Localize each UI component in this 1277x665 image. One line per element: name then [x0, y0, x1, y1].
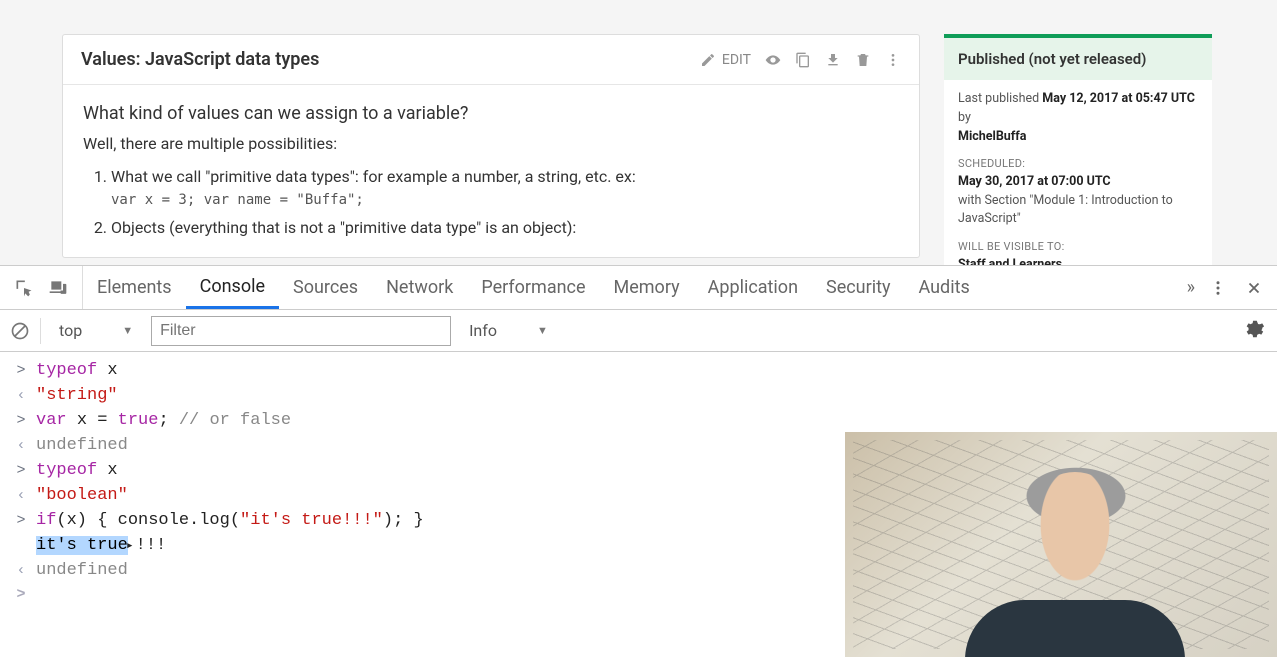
result-gutter-icon: ‹ [12, 562, 30, 579]
last-pub-by: by [958, 110, 971, 125]
list-item-code: var x = 3; var name = "Buffa"; [111, 192, 899, 208]
level-value: Info [469, 321, 497, 340]
tab-audits[interactable]: Audits [904, 266, 983, 309]
console-line-body: typeof x [36, 361, 118, 380]
result-gutter-icon: ‹ [12, 437, 30, 454]
tab-security[interactable]: Security [812, 266, 904, 309]
console-toolbar: top ▼ Info ▼ [0, 310, 1277, 352]
lesson-intro: Well, there are multiple possibilities: [83, 134, 899, 153]
list-item: What we call "primitive data types": for… [111, 167, 899, 208]
console-line: ‹ "string" [0, 383, 1277, 408]
last-pub-prefix: Last published [958, 91, 1042, 106]
lesson-list: What we call "primitive data types": for… [111, 167, 899, 237]
scheduled-with: with Section "Module 1: Introduction to … [958, 193, 1173, 227]
scheduled-label: SCHEDULED: [958, 156, 1198, 173]
input-gutter-icon: > [12, 462, 30, 479]
console-settings[interactable] [1243, 318, 1265, 344]
clear-console-icon[interactable] [10, 321, 30, 341]
tab-elements[interactable]: Elements [83, 266, 186, 309]
trash-icon[interactable] [855, 52, 871, 68]
text-cursor-icon: ▸ [126, 538, 134, 553]
tab-performance[interactable]: Performance [467, 266, 599, 309]
presenter-shirt [965, 600, 1185, 657]
close-icon[interactable] [1245, 279, 1263, 297]
input-gutter-icon: > [12, 362, 30, 379]
devtools-trailing-icons [1209, 279, 1277, 297]
webcam-overlay [845, 432, 1277, 657]
level-selector[interactable]: Info ▼ [461, 317, 556, 344]
device-toggle-icon[interactable] [48, 278, 68, 298]
more-vert-icon[interactable] [1209, 279, 1227, 297]
last-pub-user: MichelBuffa [958, 129, 1026, 144]
copy-icon[interactable] [795, 52, 811, 68]
filter-input[interactable] [151, 316, 451, 346]
last-published: Last published May 12, 2017 at 05:47 UTC… [958, 90, 1198, 146]
list-item: Objects (everything that is not a "primi… [111, 218, 899, 237]
console-line: > var x = true; // or false [0, 408, 1277, 433]
result-gutter-icon: ‹ [12, 387, 30, 404]
more-vert-icon[interactable] [885, 52, 901, 68]
edit-label: EDIT [722, 52, 751, 68]
context-selector[interactable]: top ▼ [51, 317, 141, 344]
console-line-body: undefined [36, 561, 128, 580]
tab-network[interactable]: Network [372, 266, 467, 309]
card-title: Values: JavaScript data types [81, 49, 319, 70]
devtools-tab-bar: ElementsConsoleSourcesNetworkPerformance… [0, 266, 1277, 310]
tab-console[interactable]: Console [186, 266, 279, 309]
input-gutter-icon: > [12, 512, 30, 529]
lesson-question: What kind of values can we assign to a v… [83, 103, 899, 124]
card-actions: EDIT [700, 52, 901, 68]
status-header: Published (not yet released) [944, 38, 1212, 80]
console-line-body: if(x) { console.log("it's true!!!"); } [36, 511, 424, 530]
tab-sources[interactable]: Sources [279, 266, 372, 309]
tab-application[interactable]: Application [694, 266, 812, 309]
console-line-body: "boolean" [36, 486, 128, 505]
gear-icon [1243, 318, 1265, 340]
list-item-text: What we call "primitive data types": for… [111, 167, 636, 186]
context-value: top [59, 321, 82, 340]
list-item-text: Objects (everything that is not a "primi… [111, 218, 576, 237]
input-gutter-icon: > [12, 412, 30, 429]
scheduled: SCHEDULED: May 30, 2017 at 07:00 UTC wit… [958, 156, 1198, 229]
tabs-overflow[interactable]: » [1173, 266, 1209, 309]
tab-memory[interactable]: Memory [600, 266, 694, 309]
inspect-icon[interactable] [14, 278, 34, 298]
chevron-down-icon: ▼ [537, 324, 548, 337]
move-icon[interactable] [825, 52, 841, 68]
console-line-body: typeof x [36, 461, 118, 480]
eye-icon[interactable] [765, 52, 781, 68]
devtools-leading-icons [0, 266, 83, 309]
card-header: Values: JavaScript data types EDIT [63, 35, 919, 85]
console-line-body: undefined [36, 436, 128, 455]
console-line-body: var x = true; // or false [36, 411, 291, 430]
console-line-body: "string" [36, 386, 118, 405]
lesson-content-card: Values: JavaScript data types EDIT What … [62, 34, 920, 258]
edit-button[interactable]: EDIT [700, 52, 751, 68]
scheduled-date: May 30, 2017 at 07:00 UTC [958, 174, 1111, 189]
last-pub-date: May 12, 2017 at 05:47 UTC [1042, 91, 1195, 106]
pencil-icon [700, 52, 716, 68]
console-line: > typeof x [0, 358, 1277, 383]
card-body: What kind of values can we assign to a v… [63, 85, 919, 259]
chevron-down-icon: ▼ [122, 324, 133, 337]
visible-label: WILL BE VISIBLE TO: [958, 239, 1198, 256]
result-gutter-icon: ‹ [12, 487, 30, 504]
toolbar-divider [40, 318, 41, 344]
console-line-body: it's true▸!!! [36, 536, 166, 555]
prompt-gutter-icon: > [12, 586, 30, 603]
